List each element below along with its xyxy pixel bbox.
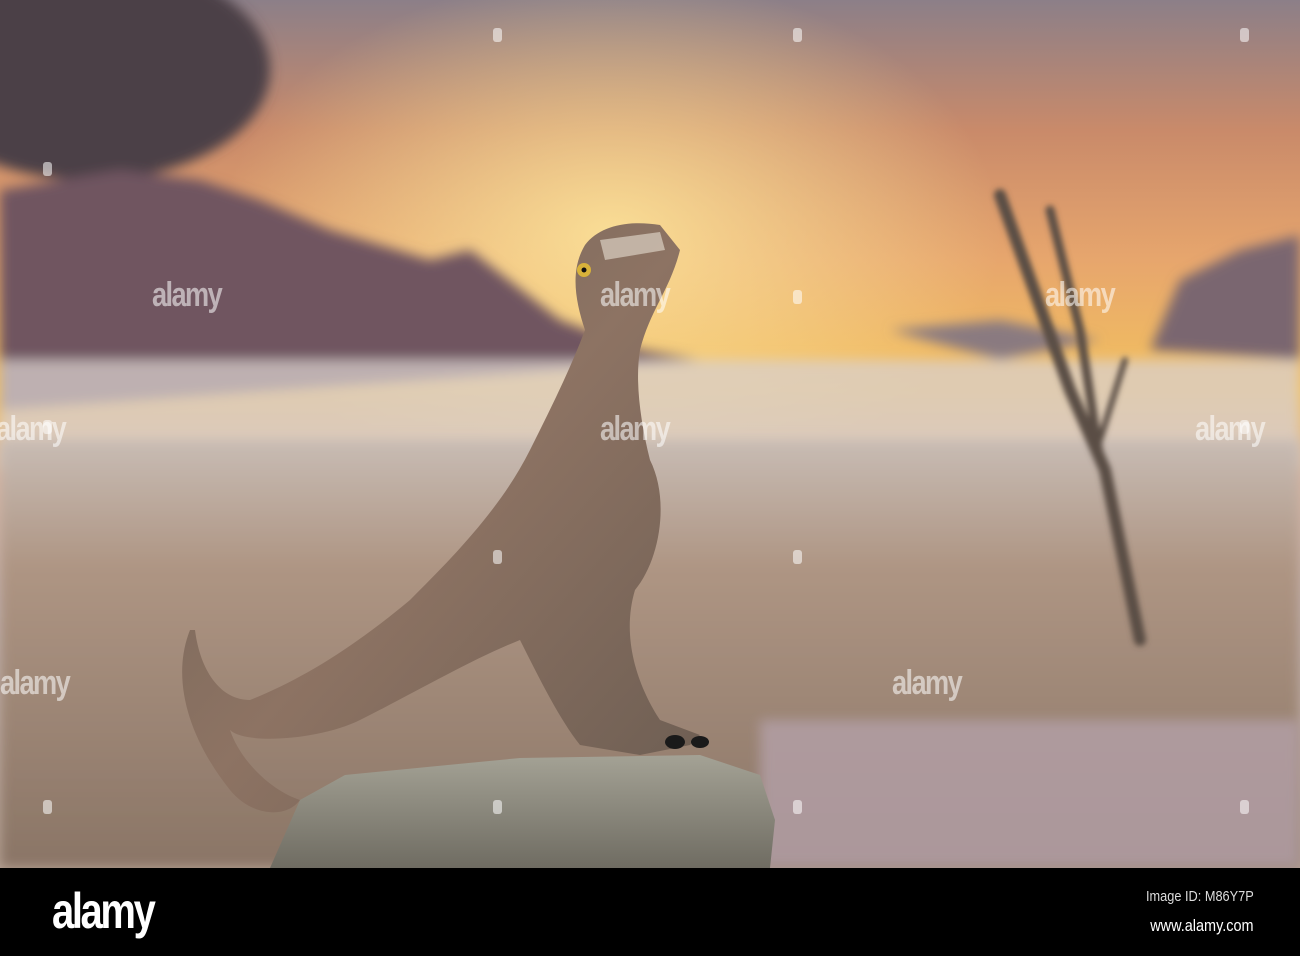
watermark: alamy — [1045, 276, 1116, 314]
water — [760, 720, 1300, 868]
alamy-logo: alamy — [52, 883, 156, 939]
watermark: alamy — [0, 664, 71, 702]
website-link[interactable]: www.alamy.com — [1151, 916, 1254, 936]
watermark: alamy — [600, 276, 671, 314]
watermark: alamy — [152, 276, 223, 314]
image-id: Image ID: M86Y7P — [1146, 888, 1254, 905]
watermark: alamy — [0, 410, 67, 448]
stock-photo: alamy alamy alamy alamy alamy alamy alam… — [0, 0, 1300, 956]
watermark: alamy — [892, 664, 963, 702]
watermark: alamy — [1195, 410, 1266, 448]
footer-bar: alamy Image ID: M86Y7P www.alamy.com — [0, 868, 1300, 956]
watermark: alamy — [600, 410, 671, 448]
